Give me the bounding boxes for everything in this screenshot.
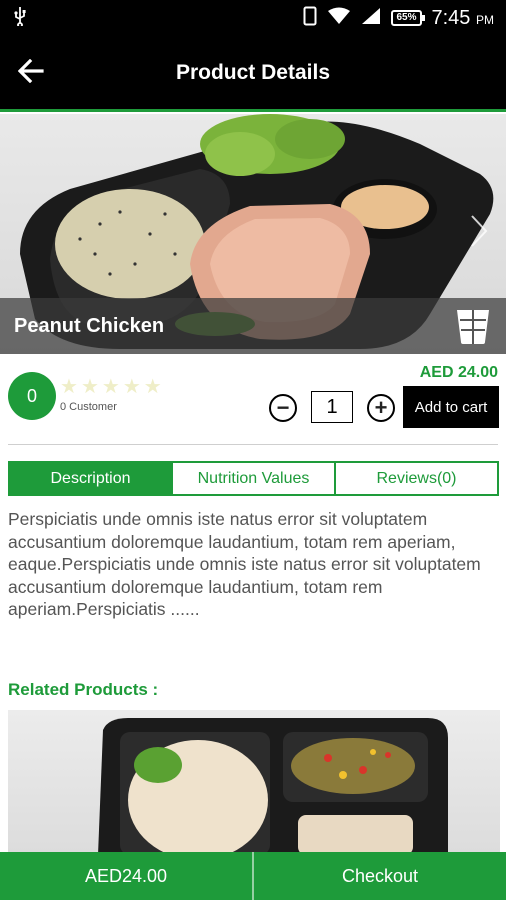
category-button[interactable] (454, 306, 492, 351)
page-title: Product Details (175, 60, 331, 84)
product-name: Peanut Chicken (14, 314, 165, 337)
product-caption: Peanut Chicken (0, 298, 506, 354)
divider (8, 444, 498, 445)
arrow-left-icon (17, 58, 44, 88)
quantity-increase-button[interactable]: + (367, 394, 395, 422)
product-description: Perspiciatis unde omnis iste natus error… (8, 509, 481, 619)
quantity-input[interactable] (311, 391, 353, 423)
meal-box-icon (454, 310, 492, 350)
quantity-decrease-button[interactable]: − (269, 394, 297, 422)
next-image-button[interactable] (470, 214, 488, 253)
signal-icon (361, 7, 381, 30)
tab-reviews[interactable]: Reviews(0) (336, 463, 497, 494)
customer-count: 0 Customer (60, 401, 117, 413)
wifi-icon (327, 7, 351, 30)
cart-total: AED24.00 (0, 852, 254, 900)
star-icon: ★ (143, 376, 162, 398)
back-button[interactable] (14, 58, 48, 88)
star-icon: ★ (122, 376, 141, 398)
battery-indicator: 65% (391, 10, 425, 26)
detail-tabs: Description Nutrition Values Reviews(0) (8, 461, 499, 496)
status-time: 7:45 PM (432, 7, 495, 30)
status-time-ampm: PM (476, 12, 494, 27)
related-product-illustration (98, 718, 448, 855)
product-image[interactable]: Peanut Chicken (0, 114, 506, 354)
star-icon: ★ (80, 376, 99, 398)
add-to-cart-button[interactable]: Add to cart (403, 386, 499, 428)
bottom-bar: AED24.00 Checkout (0, 852, 506, 900)
related-product-image[interactable] (8, 710, 500, 855)
rating-badge: 0 (8, 372, 56, 420)
plus-icon: + (374, 395, 388, 420)
star-icon: ★ (101, 376, 120, 398)
status-bar: 65% 7:45 PM (0, 0, 506, 36)
minus-icon: − (276, 395, 290, 420)
star-icon: ★ (60, 376, 78, 398)
vibrate-icon (303, 6, 317, 31)
app-bar: Product Details (0, 36, 506, 112)
chevron-right-icon (470, 215, 488, 252)
tab-nutrition-values[interactable]: Nutrition Values (173, 463, 336, 494)
usb-icon (12, 6, 28, 31)
checkout-button[interactable]: Checkout (254, 852, 506, 900)
status-time-value: 7:45 (431, 6, 471, 29)
star-rating: ★ ★ ★ ★ ★ (60, 377, 162, 397)
product-price: AED 24.00 (419, 364, 498, 381)
tab-description[interactable]: Description (10, 463, 173, 494)
related-products-title: Related Products : (8, 680, 159, 699)
